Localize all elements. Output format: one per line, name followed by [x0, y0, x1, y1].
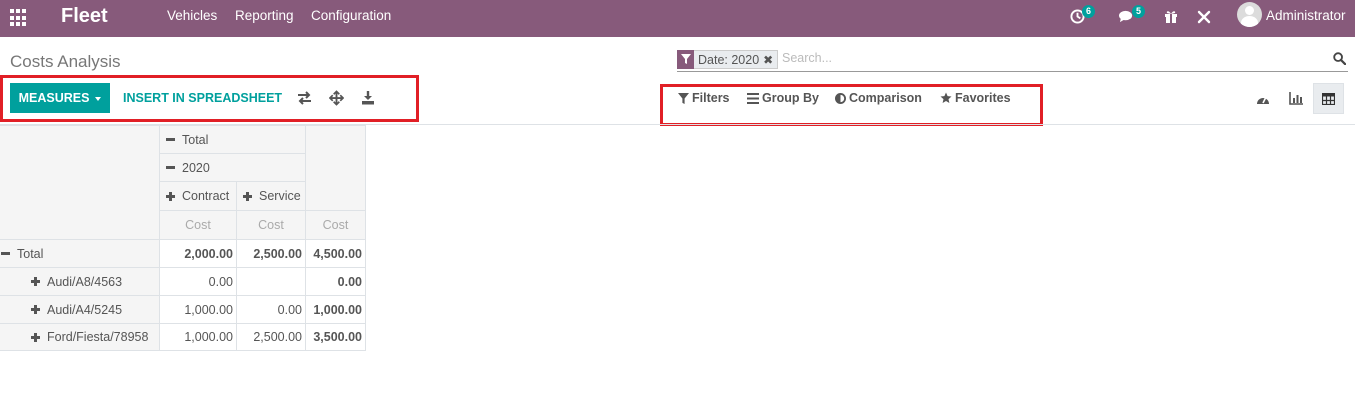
top-navbar: Fleet Vehicles Reporting Configuration 6…: [0, 0, 1355, 37]
bar-chart-icon: [1288, 92, 1303, 105]
menu-reporting[interactable]: Reporting: [235, 8, 294, 23]
download-button[interactable]: [361, 90, 377, 106]
row-total-cell[interactable]: 3,500.00: [305, 323, 366, 351]
row-total-cell[interactable]: 1,000.00: [305, 295, 366, 324]
pivot-corner: [0, 125, 160, 240]
col-header-contract-label: Contract: [182, 189, 230, 203]
row-header[interactable]: Audi/A8/4563: [0, 267, 160, 296]
messages-button[interactable]: 5: [1118, 5, 1148, 28]
bars-icon: [747, 92, 759, 104]
download-icon: [362, 91, 374, 105]
group-by-label: Group By: [762, 91, 819, 105]
row-header[interactable]: Audi/A4/5245: [0, 295, 160, 324]
collapse-icon: [166, 166, 175, 169]
col-header-contract[interactable]: Contract: [159, 181, 237, 211]
col-header-grand-total: [305, 125, 366, 211]
table-icon: [1322, 92, 1335, 105]
contract-cell[interactable]: 1,000.00: [159, 295, 237, 324]
facet-value: Date: 2020: [698, 52, 760, 67]
col-header-year[interactable]: 2020: [159, 153, 306, 182]
expand-icon: [166, 191, 175, 201]
expand-icon: [243, 191, 252, 201]
comparison-button[interactable]: Comparison: [835, 91, 922, 105]
collapse-icon: [1, 252, 10, 255]
caret-down-icon: [95, 96, 102, 101]
search-facet: Date: 2020 ✖: [677, 49, 779, 69]
row-header-label: Audi/A4/5245: [47, 302, 123, 317]
app-brand[interactable]: Fleet: [61, 5, 108, 28]
expand-icon: [31, 305, 40, 314]
apps-menu-icon[interactable]: [10, 9, 28, 27]
col-header-service[interactable]: Service: [236, 181, 306, 211]
user-menu[interactable]: Administrator: [1266, 8, 1346, 23]
service-cell[interactable]: 2,500.00: [236, 323, 306, 351]
col-header-service-label: Service: [259, 189, 301, 203]
arrows-icon: [328, 90, 345, 106]
comparison-label: Comparison: [849, 91, 922, 105]
total-contract-cell[interactable]: 2,000.00: [159, 239, 237, 268]
expand-icon: [31, 332, 40, 342]
exchange-icon: [298, 91, 311, 105]
expand-all-button[interactable]: [328, 90, 345, 106]
activity-button[interactable]: 6: [1070, 5, 1096, 28]
message-count-badge: 5: [1132, 5, 1146, 18]
graph-view-button[interactable]: [1280, 83, 1311, 114]
gift-button[interactable]: [1164, 6, 1180, 28]
user-avatar[interactable]: [1237, 2, 1262, 27]
insert-spreadsheet-button[interactable]: INSERT IN SPREADSHEET: [123, 91, 282, 105]
col-header-year-label: 2020: [182, 160, 210, 175]
menu-vehicles[interactable]: Vehicles: [167, 8, 217, 23]
service-cell[interactable]: [236, 267, 306, 296]
menu-configuration[interactable]: Configuration: [311, 8, 391, 23]
pivot-view-button[interactable]: [1313, 83, 1344, 114]
row-header-total-label: Total: [17, 246, 44, 261]
measures-label: MEASURES: [18, 91, 90, 105]
row-header-label: Ford/Fiesta/78958: [47, 330, 149, 344]
search-icon[interactable]: [1333, 52, 1347, 68]
col-header-total[interactable]: Total: [159, 125, 306, 154]
tools-icon: [1197, 10, 1211, 24]
flip-axis-button[interactable]: [297, 90, 313, 106]
adjust-icon: [835, 92, 846, 104]
filter-facet-icon: [677, 49, 694, 69]
service-cell[interactable]: 0.00: [236, 295, 306, 324]
row-total-cell[interactable]: 0.00: [305, 267, 366, 296]
search-input[interactable]: [782, 51, 1322, 65]
measure-header[interactable]: Cost: [305, 210, 366, 240]
row-header[interactable]: Ford/Fiesta/78958: [0, 323, 160, 351]
gift-icon: [1165, 11, 1177, 23]
grand-total-cell[interactable]: 4,500.00: [305, 239, 366, 268]
filters-button[interactable]: Filters: [678, 91, 730, 105]
filter-icon: [678, 92, 689, 104]
filters-label: Filters: [692, 91, 730, 105]
collapse-icon: [166, 138, 175, 141]
total-service-cell[interactable]: 2,500.00: [236, 239, 306, 268]
row-header-total[interactable]: Total: [0, 239, 160, 268]
measures-button[interactable]: MEASURES: [10, 83, 110, 113]
activity-count-badge: 6: [1082, 5, 1096, 18]
contract-cell[interactable]: 1,000.00: [159, 323, 237, 351]
measure-header[interactable]: Cost: [159, 210, 237, 240]
favorites-button[interactable]: Favorites: [940, 91, 1011, 105]
favorites-label: Favorites: [955, 91, 1011, 105]
expand-icon: [31, 277, 40, 286]
breadcrumb: Costs Analysis: [10, 52, 121, 71]
dashboard-icon: [1256, 96, 1269, 104]
group-by-button[interactable]: Group By: [747, 91, 819, 105]
contract-cell[interactable]: 0.00: [159, 267, 237, 296]
col-header-total-label: Total: [182, 132, 209, 147]
measure-header[interactable]: Cost: [236, 210, 306, 240]
row-header-label: Audi/A8/4563: [47, 274, 123, 289]
star-icon: [940, 92, 952, 103]
debug-tools-button[interactable]: [1197, 6, 1213, 28]
search-bar: Date: 2020 ✖: [677, 49, 1348, 72]
dashboard-view-button[interactable]: [1247, 83, 1278, 114]
facet-remove-icon[interactable]: ✖: [763, 53, 777, 67]
